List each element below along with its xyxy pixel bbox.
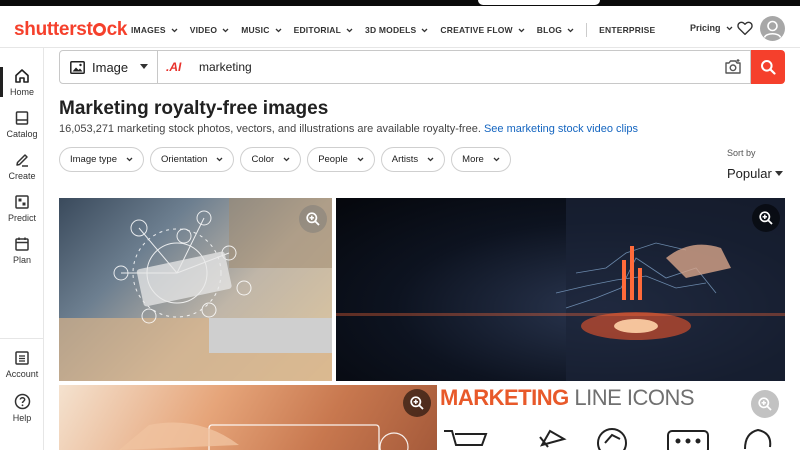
chevron-down-icon [726,26,732,30]
pricing-menu[interactable]: Pricing [690,23,733,33]
top-strip-pill [478,0,600,5]
chevron-down-icon [126,157,133,162]
image-content [59,198,332,381]
search-input[interactable] [199,57,699,77]
filter-orientation[interactable]: Orientation [150,147,235,172]
nav-video[interactable]: VIDEO [190,25,229,35]
chevron-down-icon [171,28,178,32]
sidebar-item-help[interactable]: Help [0,393,44,423]
search-button[interactable] [751,50,785,84]
search-icon [761,60,776,75]
create-icon [16,154,28,167]
results-count-text: 16,053,271 marketing stock photos, vecto… [59,123,481,135]
zoom-in-icon [410,396,424,410]
header: shutterst ck IMAGES VIDEO MUSIC EDITORIAL… [0,6,800,48]
calendar-icon [15,237,29,251]
ai-search-icon[interactable]: .AI [166,60,181,74]
user-avatar-icon[interactable] [760,16,785,41]
nav-editorial[interactable]: EDITORIAL [294,25,353,35]
main-nav: IMAGES VIDEO MUSIC EDITORIAL 3D MODELS C… [131,23,667,37]
zoom-button[interactable] [751,390,779,418]
search-type-label: Image [92,59,129,75]
line-icons-row [444,428,772,450]
sidebar-item-label: Home [9,87,34,97]
chevron-down-icon [217,157,223,162]
sidebar-item-label: Catalog [6,129,38,139]
zoom-in-icon [306,212,320,226]
chevron-down-icon [421,28,428,32]
chevron-down-icon [275,28,282,32]
result-image-digital-marketing-dark[interactable] [336,198,785,381]
result-image-tablet-marketing[interactable] [59,198,332,381]
nav-separator [586,23,588,37]
page-title: Marketing royalty-free images [59,98,329,119]
chevron-down-icon [283,157,290,162]
shutterstock-logo[interactable]: shutterst ck [14,19,127,41]
search-bar: Image .AI [59,50,751,84]
chevron-down-icon [427,157,434,162]
sidebar-item-create[interactable]: Create [0,152,44,181]
nav-creative-flow[interactable]: CREATIVE FLOW [440,25,525,35]
video-clips-link[interactable]: See marketing stock video clips [484,123,638,135]
zoom-in-icon [758,397,772,411]
filter-more[interactable]: More [451,147,511,172]
chevron-down-icon [222,28,229,32]
predict-icon [15,195,29,209]
caret-down-icon [774,171,783,176]
help-icon [14,393,30,410]
zoom-button[interactable] [299,205,327,233]
sidebar-item-predict[interactable]: Predict [0,194,44,223]
filter-bar: Image type Orientation Color People Arti… [59,147,517,172]
sidebar-item-label: Account [5,369,39,379]
chevron-down-icon [567,28,574,32]
sidebar-item-account[interactable]: Account [0,350,44,379]
sidebar-item-catalog[interactable]: Catalog [0,110,44,139]
nav-3d-models[interactable]: 3D MODELS [365,25,428,35]
result-image-hands-laptop[interactable] [59,385,437,450]
sidebar-item-label: Help [12,413,32,423]
nav-music[interactable]: MUSIC [241,25,282,35]
sidebar-item-label: Plan [12,255,31,265]
image-content [119,422,409,450]
home-icon [15,69,29,83]
sidebar-item-label: Create [8,171,36,181]
filter-people[interactable]: People [307,147,375,172]
sidebar-item-label: Predict [7,213,36,223]
sidebar: Home Catalog Create Predict Plan Account… [0,48,44,450]
zoom-button[interactable] [403,389,431,417]
filter-artists[interactable]: Artists [380,147,446,172]
filter-color[interactable]: Color [240,147,302,172]
caret-down-icon [140,64,148,69]
sidebar-item-home[interactable]: Home [0,68,44,97]
results-subtitle: 16,053,271 marketing stock photos, vecto… [59,123,638,135]
chevron-down-icon [518,28,525,32]
sidebar-item-plan[interactable]: Plan [0,236,44,265]
zoom-button[interactable] [752,204,780,232]
camera-search-icon[interactable] [724,58,742,75]
chevron-down-icon [346,28,353,32]
account-icon [15,351,29,365]
nav-blog[interactable]: BLOG [537,25,574,35]
sort-dropdown[interactable]: Popular [727,166,783,181]
sort-label: Sort by [727,148,756,158]
nav-enterprise[interactable]: ENTERPRISE [599,25,655,35]
nav-images[interactable]: IMAGES [131,25,178,35]
heart-icon[interactable] [736,19,754,37]
chevron-down-icon [357,157,364,162]
chevron-down-icon [493,157,500,162]
filter-image-type[interactable]: Image type [59,147,144,172]
image-content [336,198,785,381]
sidebar-divider [0,338,43,339]
icons-tile-title: MARKETING LINE ICONS [440,385,695,410]
image-icon [70,60,85,74]
catalog-icon [15,111,29,125]
search-type-select[interactable]: Image [60,51,158,83]
result-image-marketing-line-icons[interactable]: MARKETING LINE ICONS [440,385,785,450]
zoom-in-icon [759,211,773,225]
